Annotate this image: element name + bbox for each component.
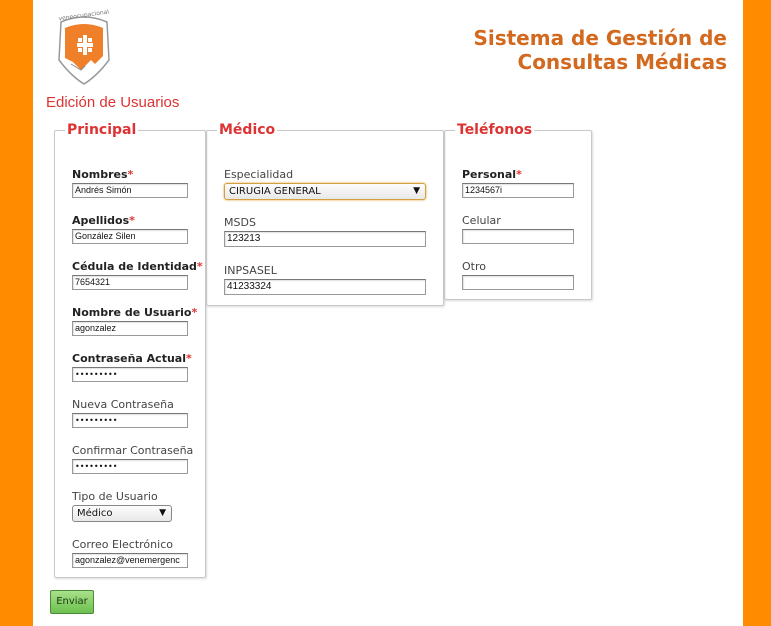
label-personal: Personal* — [462, 168, 522, 181]
field-apellidos: Apellidos* González Silen — [72, 214, 188, 244]
enviar-button[interactable]: Enviar — [50, 590, 94, 614]
label-confirmar-contrasena: Confirmar Contraseña — [72, 444, 194, 457]
label-nombres: Nombres* — [72, 168, 134, 181]
field-msds: MSDS 123213 — [224, 216, 426, 247]
label-especialidad: Especialidad — [224, 168, 294, 181]
legend-telefonos: Teléfonos — [457, 122, 533, 138]
label-apellidos: Apellidos* — [72, 214, 135, 227]
chevron-down-icon: ▼ — [159, 508, 166, 518]
field-contrasena-actual: Contraseña Actual* ••••••••• — [72, 352, 192, 382]
legend-principal: Principal — [67, 122, 137, 138]
app-title-line1: Sistema de Gestión de — [473, 26, 727, 50]
label-nueva-contrasena: Nueva Contraseña — [72, 398, 174, 411]
otro-input[interactable] — [462, 275, 574, 290]
field-correo: Correo Electrónico agonzalez@venemergenc — [72, 538, 188, 568]
field-personal: Personal* 1234567i — [462, 168, 574, 198]
confirmar-contrasena-input[interactable]: ••••••••• — [72, 459, 188, 474]
field-nueva-contrasena: Nueva Contraseña ••••••••• — [72, 398, 188, 428]
label-otro: Otro — [462, 260, 486, 273]
nueva-contrasena-input[interactable]: ••••••••• — [72, 413, 188, 428]
page-title: Edición de Usuarios — [46, 94, 180, 111]
field-nombres: Nombres* Andrés Simón — [72, 168, 188, 198]
app-title: Sistema de Gestión de Consultas Médicas — [427, 26, 727, 74]
chevron-down-icon: ▼ — [413, 186, 420, 196]
apellidos-input[interactable]: González Silen — [72, 229, 188, 244]
logo-shield-icon: veneocupacional — [58, 8, 110, 85]
legend-medico: Médico — [219, 122, 276, 138]
inpsasel-input[interactable]: 41233324 — [224, 279, 426, 295]
label-contrasena-actual: Contraseña Actual* — [72, 352, 192, 365]
field-especialidad: Especialidad CIRUGIA GENERAL ▼ — [224, 168, 426, 200]
fieldset-medico: Médico Especialidad CIRUGIA GENERAL ▼ MS… — [206, 122, 444, 306]
page-content: veneocupacional Sistema de Gestión de Co… — [33, 0, 743, 626]
msds-input[interactable]: 123213 — [224, 231, 426, 247]
contrasena-actual-input[interactable]: ••••••••• — [72, 367, 188, 382]
tipo-usuario-value: Médico — [77, 508, 113, 519]
app-title-line2: Consultas Médicas — [517, 50, 727, 74]
celular-input[interactable] — [462, 229, 574, 244]
label-cedula: Cédula de Identidad* — [72, 260, 203, 273]
field-celular: Celular — [462, 214, 574, 244]
fieldset-principal: Principal Nombres* Andrés Simón Apellido… — [54, 122, 206, 578]
usuario-input[interactable]: agonzalez — [72, 321, 188, 336]
field-inpsasel: INPSASEL 41233324 — [224, 264, 426, 295]
fieldset-telefonos: Teléfonos Personal* 1234567i Celular Otr… — [444, 122, 592, 300]
correo-input[interactable]: agonzalez@venemergenc — [72, 553, 188, 568]
label-msds: MSDS — [224, 216, 256, 229]
cedula-input[interactable]: 7654321 — [72, 275, 188, 290]
tipo-usuario-select[interactable]: Médico ▼ — [72, 505, 172, 522]
label-usuario: Nombre de Usuario* — [72, 306, 198, 319]
label-celular: Celular — [462, 214, 501, 227]
field-confirmar-contrasena: Confirmar Contraseña ••••••••• — [72, 444, 193, 474]
personal-input[interactable]: 1234567i — [462, 183, 574, 198]
label-tipo-usuario: Tipo de Usuario — [72, 490, 158, 503]
field-cedula: Cédula de Identidad* 7654321 — [72, 260, 203, 290]
field-tipo-usuario: Tipo de Usuario Médico ▼ — [72, 490, 172, 522]
label-correo: Correo Electrónico — [72, 538, 173, 551]
especialidad-value: CIRUGIA GENERAL — [229, 186, 321, 197]
field-usuario: Nombre de Usuario* agonzalez — [72, 306, 197, 336]
nombres-input[interactable]: Andrés Simón — [72, 183, 188, 198]
label-inpsasel: INPSASEL — [224, 264, 277, 277]
field-otro: Otro — [462, 260, 574, 290]
especialidad-select[interactable]: CIRUGIA GENERAL ▼ — [224, 183, 426, 200]
